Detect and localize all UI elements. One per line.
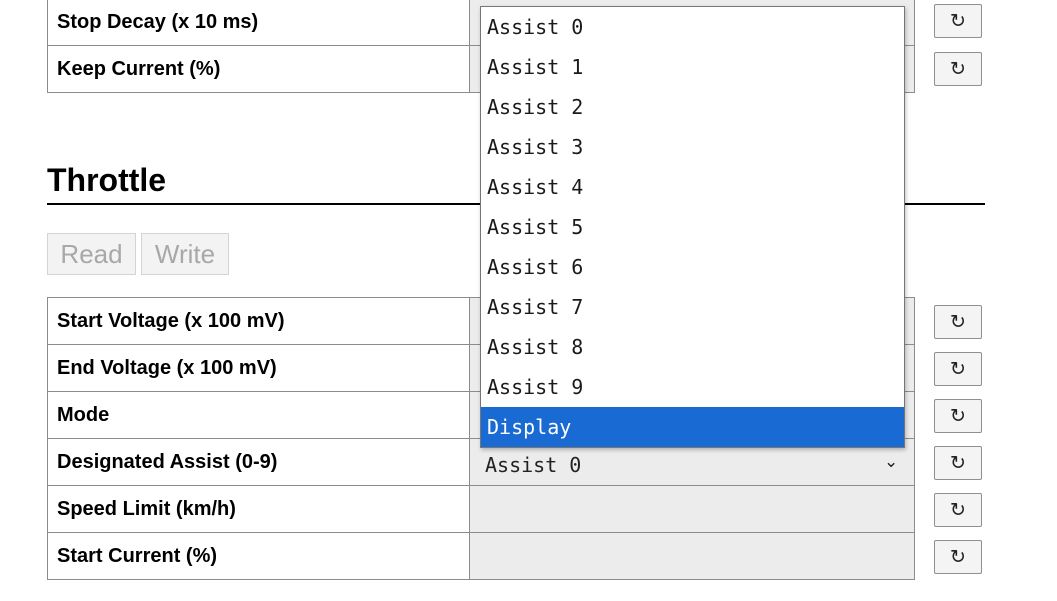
refresh-icon: ↻	[950, 358, 966, 380]
dropdown-option[interactable]: Assist 3	[481, 127, 904, 167]
dropdown-option[interactable]: Assist 4	[481, 167, 904, 207]
dropdown-option[interactable]: Assist 7	[481, 287, 904, 327]
dropdown-option[interactable]: Assist 0	[481, 7, 904, 47]
reset-button[interactable]: ↻	[934, 399, 982, 433]
table-row: Start Current (%)	[47, 532, 915, 580]
row-label: Keep Current (%)	[47, 45, 470, 93]
dropdown-option[interactable]: Assist 8	[481, 327, 904, 367]
select-current-value[interactable]: Assist 0	[485, 453, 581, 477]
assist-dropdown-list: Assist 0 Assist 1 Assist 2 Assist 3 Assi…	[480, 6, 905, 448]
row-label: Speed Limit (km/h)	[47, 485, 470, 533]
refresh-icon: ↻	[950, 452, 966, 474]
refresh-icon: ↻	[950, 499, 966, 521]
section-title: Throttle	[47, 162, 167, 198]
refresh-icon: ↻	[950, 58, 966, 80]
row-label: Start Voltage (x 100 mV)	[47, 297, 470, 345]
refresh-icon: ↻	[950, 311, 966, 333]
refresh-icon: ↻	[950, 10, 966, 32]
value-field[interactable]	[469, 532, 915, 580]
row-label: Designated Assist (0-9)	[47, 438, 470, 486]
dropdown-option-highlighted[interactable]: Display	[481, 407, 904, 447]
read-button[interactable]: Read	[47, 233, 136, 275]
write-button[interactable]: Write	[141, 233, 229, 275]
reset-button[interactable]: ↻	[934, 52, 982, 86]
reset-button[interactable]: ↻	[934, 352, 982, 386]
chevron-down-icon[interactable]: ⌄	[884, 452, 898, 472]
dropdown-option[interactable]: Assist 5	[481, 207, 904, 247]
reset-button[interactable]: ↻	[934, 4, 982, 38]
value-field[interactable]	[469, 485, 915, 533]
row-label: Start Current (%)	[47, 532, 470, 580]
row-label: End Voltage (x 100 mV)	[47, 344, 470, 392]
table-row: Speed Limit (km/h)	[47, 485, 915, 533]
reset-button[interactable]: ↻	[934, 493, 982, 527]
row-label: Mode	[47, 391, 470, 439]
reset-button[interactable]: ↻	[934, 446, 982, 480]
refresh-icon: ↻	[950, 405, 966, 427]
row-label: Stop Decay (x 10 ms)	[47, 0, 470, 46]
dropdown-option[interactable]: Assist 9	[481, 367, 904, 407]
reset-button[interactable]: ↻	[934, 305, 982, 339]
dropdown-option[interactable]: Assist 2	[481, 87, 904, 127]
reset-button[interactable]: ↻	[934, 540, 982, 574]
dropdown-option[interactable]: Assist 6	[481, 247, 904, 287]
dropdown-option[interactable]: Assist 1	[481, 47, 904, 87]
refresh-icon: ↻	[950, 546, 966, 568]
